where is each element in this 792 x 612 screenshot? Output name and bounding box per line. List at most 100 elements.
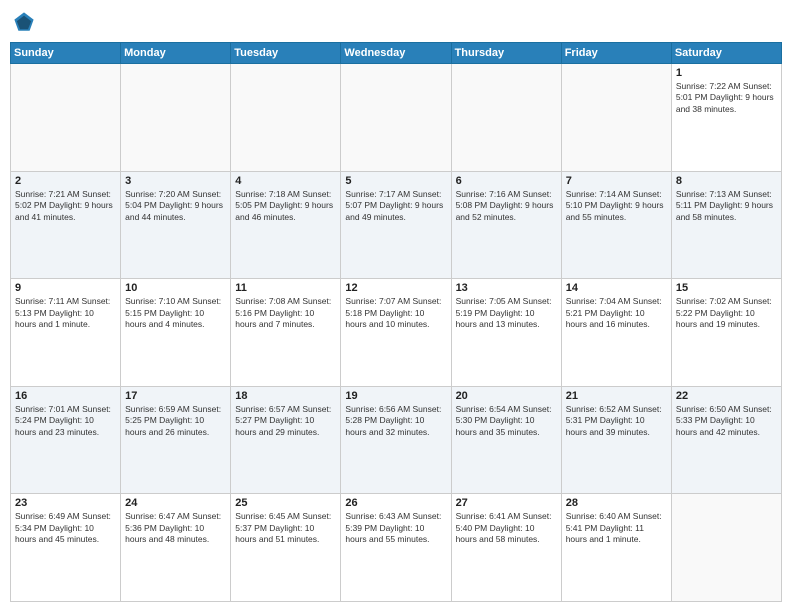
calendar-cell: 16 Sunrise: 7:01 AM Sunset: 5:24 PM Dayli… [11,386,121,494]
weekday-header-saturday: Saturday [671,43,781,64]
day-number: 25 [235,497,336,509]
logo [10,10,36,34]
week-row-1: 1 Sunrise: 7:22 AM Sunset: 5:01 PM Daylig… [11,64,782,172]
day-number: 22 [676,390,777,402]
calendar-cell: 5 Sunrise: 7:17 AM Sunset: 5:07 PM Daylig… [341,171,451,279]
day-number: 1 [676,67,777,79]
calendar-cell: 25Sunrise: 6:45 AM Sunset: 5:37 PM Dayli… [231,494,341,602]
logo-icon [12,10,36,34]
day-number: 12 [345,282,446,294]
day-number: 7 [566,175,667,187]
day-number: 19 [345,390,446,402]
calendar-cell: 19 Sunrise: 6:56 AM Sunset: 5:28 PM Dayli… [341,386,451,494]
day-info: Sunrise: 6:49 AM Sunset: 5:34 PM Dayligh… [15,511,116,545]
weekday-header-sunday: Sunday [11,43,121,64]
day-number: 14 [566,282,667,294]
calendar-cell: 27 Sunrise: 6:41 AM Sunset: 5:40 PM Dayli… [451,494,561,602]
calendar-cell: 13 Sunrise: 7:05 AM Sunset: 5:19 PM Dayli… [451,279,561,387]
calendar-cell: 10 Sunrise: 7:10 AM Sunset: 5:15 PM Dayli… [121,279,231,387]
calendar-cell: 8Sunrise: 7:13 AM Sunset: 5:11 PM Daylig… [671,171,781,279]
calendar-cell [451,64,561,172]
day-number: 9 [15,282,116,294]
day-number: 10 [125,282,226,294]
day-info: Sunrise: 7:07 AM Sunset: 5:18 PM Dayligh… [345,296,446,330]
weekday-header-friday: Friday [561,43,671,64]
day-number: 16 [15,390,116,402]
day-info: Sunrise: 6:41 AM Sunset: 5:40 PM Dayligh… [456,511,557,545]
day-number: 18 [235,390,336,402]
calendar-cell: 28 Sunrise: 6:40 AM Sunset: 5:41 PM Dayli… [561,494,671,602]
day-number: 27 [456,497,557,509]
calendar-cell: 15 Sunrise: 7:02 AM Sunset: 5:22 PM Dayli… [671,279,781,387]
day-info: Sunrise: 6:43 AM Sunset: 5:39 PM Dayligh… [345,511,446,545]
calendar-cell [11,64,121,172]
weekday-header-monday: Monday [121,43,231,64]
day-number: 20 [456,390,557,402]
day-info: Sunrise: 7:02 AM Sunset: 5:22 PM Dayligh… [676,296,777,330]
day-info: Sunrise: 7:14 AM Sunset: 5:10 PM Dayligh… [566,189,667,223]
day-number: 2 [15,175,116,187]
calendar-cell: 3 Sunrise: 7:20 AM Sunset: 5:04 PM Daylig… [121,171,231,279]
day-number: 24 [125,497,226,509]
calendar-cell: 12 Sunrise: 7:07 AM Sunset: 5:18 PM Dayli… [341,279,451,387]
day-info: Sunrise: 7:11 AM Sunset: 5:13 PM Dayligh… [15,296,116,330]
day-info: Sunrise: 7:20 AM Sunset: 5:04 PM Dayligh… [125,189,226,223]
day-info: Sunrise: 7:21 AM Sunset: 5:02 PM Dayligh… [15,189,116,223]
calendar-cell: 17 Sunrise: 6:59 AM Sunset: 5:25 PM Dayli… [121,386,231,494]
day-number: 4 [235,175,336,187]
week-row-5: 23 Sunrise: 6:49 AM Sunset: 5:34 PM Dayli… [11,494,782,602]
day-info: Sunrise: 7:16 AM Sunset: 5:08 PM Dayligh… [456,189,557,223]
day-info: Sunrise: 7:10 AM Sunset: 5:15 PM Dayligh… [125,296,226,330]
day-number: 28 [566,497,667,509]
day-info: Sunrise: 7:08 AM Sunset: 5:16 PM Dayligh… [235,296,336,330]
calendar-cell: 22 Sunrise: 6:50 AM Sunset: 5:33 PM Dayli… [671,386,781,494]
calendar-cell: 6Sunrise: 7:16 AM Sunset: 5:08 PM Daylig… [451,171,561,279]
page: SundayMondayTuesdayWednesdayThursdayFrid… [0,0,792,612]
day-info: Sunrise: 6:40 AM Sunset: 5:41 PM Dayligh… [566,511,667,545]
day-info: Sunrise: 7:04 AM Sunset: 5:21 PM Dayligh… [566,296,667,330]
calendar-cell: 7 Sunrise: 7:14 AM Sunset: 5:10 PM Daylig… [561,171,671,279]
day-number: 11 [235,282,336,294]
day-number: 15 [676,282,777,294]
weekday-header-wednesday: Wednesday [341,43,451,64]
week-row-4: 16 Sunrise: 7:01 AM Sunset: 5:24 PM Dayli… [11,386,782,494]
day-info: Sunrise: 6:54 AM Sunset: 5:30 PM Dayligh… [456,404,557,438]
day-number: 5 [345,175,446,187]
calendar-table: SundayMondayTuesdayWednesdayThursdayFrid… [10,42,782,602]
day-number: 17 [125,390,226,402]
week-row-3: 9 Sunrise: 7:11 AM Sunset: 5:13 PM Daylig… [11,279,782,387]
weekday-header-tuesday: Tuesday [231,43,341,64]
calendar-cell: 1 Sunrise: 7:22 AM Sunset: 5:01 PM Daylig… [671,64,781,172]
calendar-cell: 4 Sunrise: 7:18 AM Sunset: 5:05 PM Daylig… [231,171,341,279]
header [10,10,782,34]
day-info: Sunrise: 7:05 AM Sunset: 5:19 PM Dayligh… [456,296,557,330]
calendar-cell: 24 Sunrise: 6:47 AM Sunset: 5:36 PM Dayli… [121,494,231,602]
day-info: Sunrise: 7:01 AM Sunset: 5:24 PM Dayligh… [15,404,116,438]
weekday-header-thursday: Thursday [451,43,561,64]
day-info: Sunrise: 7:18 AM Sunset: 5:05 PM Dayligh… [235,189,336,223]
day-number: 23 [15,497,116,509]
calendar-cell [341,64,451,172]
week-row-2: 2 Sunrise: 7:21 AM Sunset: 5:02 PM Daylig… [11,171,782,279]
day-info: Sunrise: 6:47 AM Sunset: 5:36 PM Dayligh… [125,511,226,545]
day-info: Sunrise: 6:56 AM Sunset: 5:28 PM Dayligh… [345,404,446,438]
day-info: Sunrise: 6:59 AM Sunset: 5:25 PM Dayligh… [125,404,226,438]
day-info: Sunrise: 7:17 AM Sunset: 5:07 PM Dayligh… [345,189,446,223]
day-info: Sunrise: 6:50 AM Sunset: 5:33 PM Dayligh… [676,404,777,438]
weekday-header-row: SundayMondayTuesdayWednesdayThursdayFrid… [11,43,782,64]
day-info: Sunrise: 6:57 AM Sunset: 5:27 PM Dayligh… [235,404,336,438]
calendar-cell [231,64,341,172]
calendar-cell: 11 Sunrise: 7:08 AM Sunset: 5:16 PM Dayli… [231,279,341,387]
day-number: 3 [125,175,226,187]
day-info: Sunrise: 7:22 AM Sunset: 5:01 PM Dayligh… [676,81,777,115]
calendar-cell: 26 Sunrise: 6:43 AM Sunset: 5:39 PM Dayli… [341,494,451,602]
day-number: 13 [456,282,557,294]
calendar-cell: 9 Sunrise: 7:11 AM Sunset: 5:13 PM Daylig… [11,279,121,387]
calendar-cell: 21Sunrise: 6:52 AM Sunset: 5:31 PM Dayli… [561,386,671,494]
calendar-cell: 2 Sunrise: 7:21 AM Sunset: 5:02 PM Daylig… [11,171,121,279]
day-number: 26 [345,497,446,509]
calendar-cell: 23 Sunrise: 6:49 AM Sunset: 5:34 PM Dayli… [11,494,121,602]
calendar-cell: 14 Sunrise: 7:04 AM Sunset: 5:21 PM Dayli… [561,279,671,387]
day-number: 8 [676,175,777,187]
day-info: Sunrise: 6:52 AM Sunset: 5:31 PM Dayligh… [566,404,667,438]
